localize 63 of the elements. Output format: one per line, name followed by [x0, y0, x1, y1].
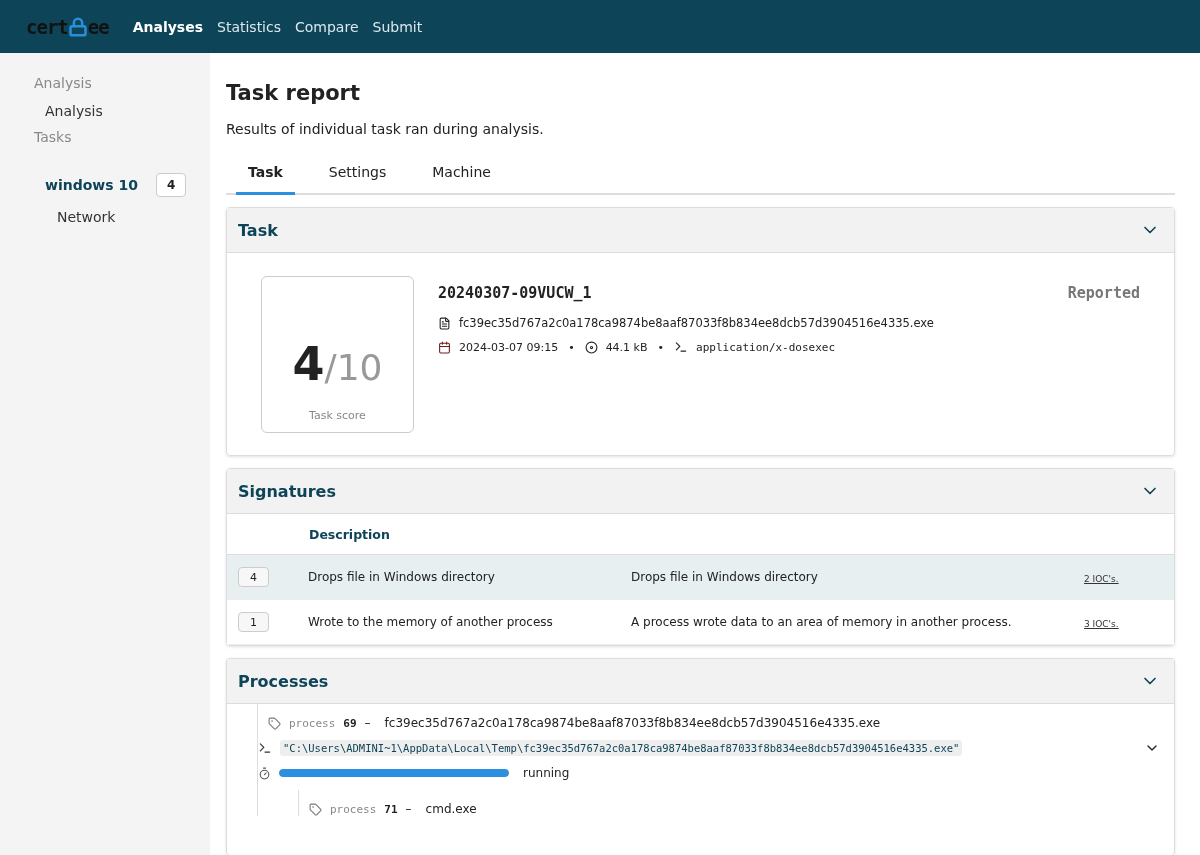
nav-link[interactable]: Compare	[295, 18, 359, 35]
sidebar-item[interactable]: Network	[34, 205, 210, 233]
score-value: 4	[292, 337, 325, 391]
panel-title: Signatures	[238, 481, 336, 501]
terminal-icon	[674, 340, 689, 354]
process-id: 69	[343, 716, 357, 730]
process-state: running	[523, 766, 570, 780]
logo-text: ee	[87, 15, 109, 38]
process-name: cmd.exe	[425, 802, 477, 816]
sidebar-heading: Analysis	[34, 74, 93, 93]
tab[interactable]: Machine	[420, 151, 503, 195]
count-badge: 4	[155, 173, 187, 197]
task-date: 2024-03-07 09:15	[459, 340, 559, 354]
tag-icon	[268, 716, 281, 730]
signature-name: Wrote to the memory of another process	[308, 615, 554, 629]
panel-header[interactable]: Processes	[227, 659, 1174, 704]
score-pill: 4	[238, 567, 269, 587]
process-id: 71	[384, 802, 398, 816]
bullet-dot: •	[568, 340, 575, 354]
nav-link[interactable]: Submit	[372, 18, 423, 35]
page-subtitle: Results of individual task ran during analysis.	[226, 121, 545, 137]
panel-title: Task	[238, 220, 278, 240]
disc-icon	[584, 340, 598, 354]
tab[interactable]: Settings	[316, 151, 399, 195]
separator: –	[364, 716, 371, 730]
ioc-link[interactable]: 2 IOC's.	[1084, 573, 1119, 584]
calendar-icon	[438, 340, 451, 354]
sidebar-item-label: windows 10	[45, 177, 138, 193]
timer-icon	[258, 766, 271, 780]
sidebar-item[interactable]: windows 10 4	[34, 169, 210, 205]
file-name: fc39ec35d767a2c0a178ca9874be8aaf87033f8b834ee8dcb57d3904516e4335.exe	[459, 316, 934, 330]
task-id: 20240307-09VUCW_1	[438, 284, 592, 302]
file-size: 44.1 kB	[605, 340, 648, 354]
separator: –	[405, 802, 412, 816]
ioc-link[interactable]: 3 IOC's.	[1084, 618, 1119, 629]
page-title: Task report	[226, 81, 362, 105]
logo-text: cert	[26, 15, 68, 38]
bullet-dot: •	[657, 340, 665, 354]
signature-row[interactable]: 4 Drops file in Windows directory Drops file in Windows directory 2 IOC's.	[227, 555, 1174, 600]
panel-title: Processes	[238, 671, 329, 691]
mime-type: application/x-dosexec	[696, 340, 836, 354]
task-status: Reported	[1067, 284, 1140, 302]
file-icon	[438, 316, 451, 330]
lock-icon	[67, 16, 88, 37]
terminal-icon	[258, 741, 272, 755]
panel-header[interactable]: Task	[227, 208, 1174, 253]
process-label: process	[289, 716, 336, 730]
process-name: fc39ec35d767a2c0a178ca9874be8aaf87033f8b834ee8dcb57d3904516e4335.exe	[384, 716, 881, 730]
panel-header[interactable]: Signatures	[227, 469, 1174, 514]
tag-icon	[309, 802, 322, 816]
score-max: /10	[324, 347, 383, 388]
nav-link[interactable]: Statistics	[217, 18, 281, 35]
score-label: Task score	[309, 409, 366, 422]
column-header: Description	[309, 526, 390, 542]
process-label: process	[330, 802, 377, 816]
signature-description: A process wrote data to an area of memory in another process.	[631, 615, 1013, 629]
signature-row[interactable]: 1 Wrote to the memory of another process A process wrote data to an area of memory in another process. 3 IOC's.	[227, 600, 1174, 645]
sidebar-heading: Tasks	[34, 128, 73, 147]
sidebar-item[interactable]: Analysis	[34, 99, 210, 127]
signature-description: Drops file in Windows directory	[631, 570, 819, 584]
signature-name: Drops file in Windows directory	[308, 570, 496, 584]
score-pill: 1	[238, 612, 269, 632]
nav-link[interactable]: Analyses	[132, 18, 203, 35]
